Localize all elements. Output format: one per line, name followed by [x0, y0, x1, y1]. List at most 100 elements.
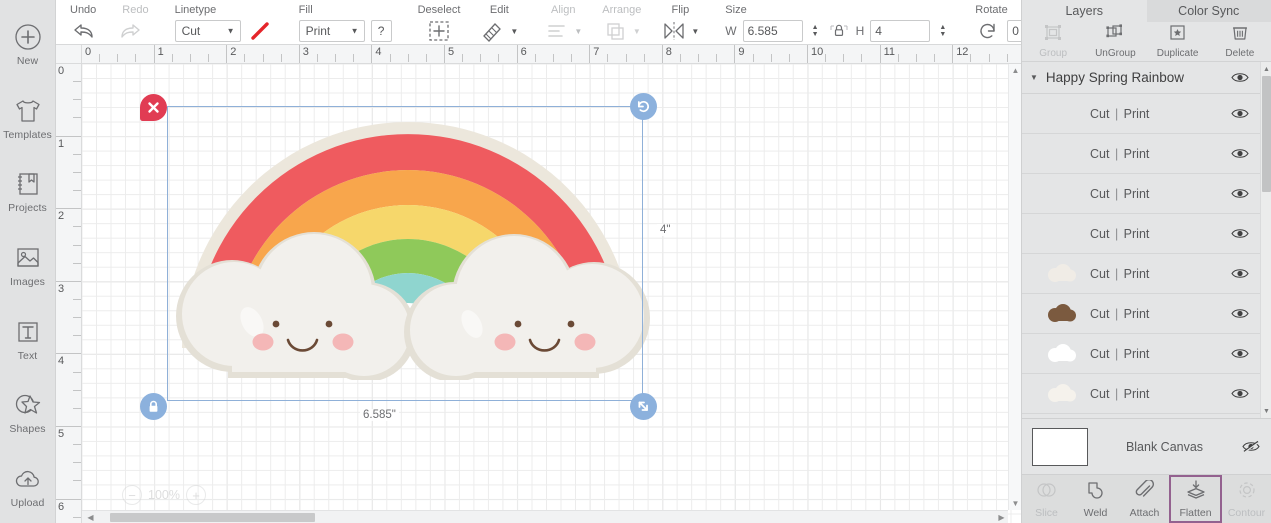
attach-button[interactable]: Attach: [1120, 475, 1169, 523]
fill-help-button[interactable]: ?: [370, 20, 392, 42]
size-width-label: W: [725, 24, 737, 38]
layer-list[interactable]: ▼ Happy Spring Rainbow Cut | Print Cut |: [1022, 62, 1271, 418]
align-button[interactable]: [544, 19, 570, 43]
layer-row-7[interactable]: Cut | Print: [1022, 334, 1260, 374]
layer-row-6[interactable]: Cut | Print: [1022, 294, 1260, 334]
ungroup-label: UnGroup: [1095, 48, 1136, 59]
canvas-area[interactable]: 0 1 2 3 4 5 6 7 8 9 10 11 12 0123456 6.5…: [56, 45, 1021, 523]
ruler-number: 11: [883, 46, 896, 58]
sidebar-item-images[interactable]: Images: [0, 229, 56, 303]
sidebar-item-templates[interactable]: Templates: [0, 82, 56, 156]
layer-swatch: [1048, 103, 1076, 125]
scroll-left-arrow[interactable]: ◀: [84, 511, 97, 523]
plus-circle-icon: [13, 22, 43, 52]
chevron-down-icon[interactable]: ▼: [1030, 73, 1038, 82]
layer-swatch: [1048, 143, 1076, 165]
selection-resize-handle[interactable]: [630, 393, 657, 420]
tab-layers[interactable]: Layers: [1022, 0, 1147, 22]
layer-row-3[interactable]: Cut | Print: [1022, 174, 1260, 214]
arrange-button[interactable]: [603, 19, 629, 43]
linetype-select[interactable]: Cut ▼: [174, 20, 241, 42]
layer-list-scrollbar[interactable]: ▲ ▼: [1260, 62, 1271, 418]
layer-group-visibility-toggle[interactable]: [1230, 71, 1250, 84]
size-width-stepper[interactable]: ▲ ▼: [809, 24, 822, 38]
align-caret-icon[interactable]: ▼: [574, 27, 582, 36]
duplicate-button[interactable]: Duplicate: [1147, 22, 1209, 61]
slice-button[interactable]: Slice: [1022, 475, 1071, 523]
layer-group-header[interactable]: ▼ Happy Spring Rainbow: [1022, 62, 1260, 94]
undo-label: Undo: [70, 4, 97, 16]
contour-button[interactable]: Contour: [1222, 475, 1271, 523]
scroll-up-arrow[interactable]: ▲: [1009, 64, 1021, 77]
canvas-layer-row[interactable]: Blank Canvas: [1022, 418, 1271, 474]
layer-row-5[interactable]: Cut | Print: [1022, 254, 1260, 294]
size-height-stepper[interactable]: ▲ ▼: [936, 24, 949, 38]
layer-scroll-down-arrow[interactable]: ▼: [1261, 404, 1271, 418]
layer-row-2[interactable]: Cut | Print: [1022, 134, 1260, 174]
layer-row-4[interactable]: Cut | Print: [1022, 214, 1260, 254]
edit-label: Edit: [489, 4, 509, 16]
ruler-number: 5: [58, 428, 65, 440]
selection-lock-aspect-handle[interactable]: [140, 393, 167, 420]
ruler-minor-tick: [99, 54, 101, 62]
sidebar-item-upload[interactable]: Upload: [0, 449, 56, 523]
delete-button[interactable]: Delete: [1209, 22, 1271, 61]
canvas-grid[interactable]: 6.585" 4" − 100% +: [82, 64, 1021, 523]
group-button[interactable]: Group: [1022, 22, 1084, 61]
layer-visibility-toggle[interactable]: [1230, 107, 1250, 120]
artwork-happy-spring-rainbow[interactable]: [166, 80, 651, 382]
layer-visibility-toggle[interactable]: [1230, 187, 1250, 200]
ungroup-button[interactable]: UnGroup: [1084, 22, 1146, 61]
canvas-vertical-scrollbar[interactable]: ▲ ▼: [1008, 64, 1021, 510]
canvas-thumbnail[interactable]: [1032, 427, 1088, 466]
selection-width-label: 6.585": [360, 409, 399, 421]
flatten-button[interactable]: Flatten: [1169, 475, 1222, 523]
edit-button[interactable]: [480, 19, 506, 43]
layer-visibility-toggle[interactable]: [1230, 147, 1250, 160]
top-toolbar: Undo Redo Linetype Cut ▼ Fill Print ▼ ? …: [56, 0, 1217, 45]
ruler-minor-tick: [607, 54, 609, 62]
sidebar-item-text[interactable]: Text: [0, 302, 56, 376]
zoom-out-button[interactable]: −: [122, 485, 142, 505]
sidebar-item-new[interactable]: New: [0, 8, 56, 82]
zoom-in-button[interactable]: +: [185, 485, 206, 505]
redo-button[interactable]: [118, 19, 144, 43]
selection-rotate-handle[interactable]: [630, 93, 657, 120]
ruler-minor-tick: [73, 480, 81, 482]
sidebar-item-shapes[interactable]: Shapes: [0, 376, 56, 450]
layer-visibility-toggle[interactable]: [1230, 227, 1250, 240]
size-height-input[interactable]: [870, 20, 931, 42]
toolbar-group-flip: Flip ▼: [651, 0, 709, 45]
scroll-right-arrow[interactable]: ▶: [995, 511, 1008, 523]
weld-button[interactable]: Weld: [1071, 475, 1120, 523]
scroll-down-arrow[interactable]: ▼: [1009, 497, 1021, 510]
selection-delete-handle[interactable]: [140, 94, 167, 121]
size-width-input[interactable]: [742, 20, 803, 42]
layer-visibility-toggle[interactable]: [1230, 307, 1250, 320]
layer-scroll-up-arrow[interactable]: ▲: [1261, 62, 1271, 76]
linetype-color-swatch[interactable]: [247, 19, 273, 43]
tab-color-sync[interactable]: Color Sync: [1147, 0, 1271, 22]
arrange-caret-icon[interactable]: ▼: [633, 27, 641, 36]
layer-visibility-toggle[interactable]: [1230, 387, 1250, 400]
canvas-horizontal-scrollbar[interactable]: ◀ ▶: [82, 510, 1008, 523]
flip-caret-icon[interactable]: ▼: [691, 27, 699, 36]
flip-button[interactable]: [661, 19, 687, 43]
ruler-minor-tick: [280, 54, 282, 62]
deselect-button[interactable]: [426, 19, 452, 43]
layer-swatch: [1048, 263, 1076, 285]
layer-row-8[interactable]: Cut | Print: [1022, 374, 1260, 414]
size-lock-aspect[interactable]: [828, 22, 850, 40]
edit-caret-icon[interactable]: ▼: [510, 27, 518, 36]
undo-button[interactable]: [70, 19, 96, 43]
canvas-visibility-toggle[interactable]: [1241, 439, 1261, 454]
sidebar-item-projects[interactable]: Projects: [0, 155, 56, 229]
text-t-icon: [13, 317, 43, 347]
layer-visibility-toggle[interactable]: [1230, 347, 1250, 360]
horizontal-scroll-thumb[interactable]: [110, 513, 315, 522]
layer-visibility-toggle[interactable]: [1230, 267, 1250, 280]
fill-select[interactable]: Print ▼: [298, 20, 365, 42]
layer-scroll-thumb[interactable]: [1262, 76, 1271, 192]
ruler-number: 0: [85, 46, 92, 58]
layer-row-1[interactable]: Cut | Print: [1022, 94, 1260, 134]
